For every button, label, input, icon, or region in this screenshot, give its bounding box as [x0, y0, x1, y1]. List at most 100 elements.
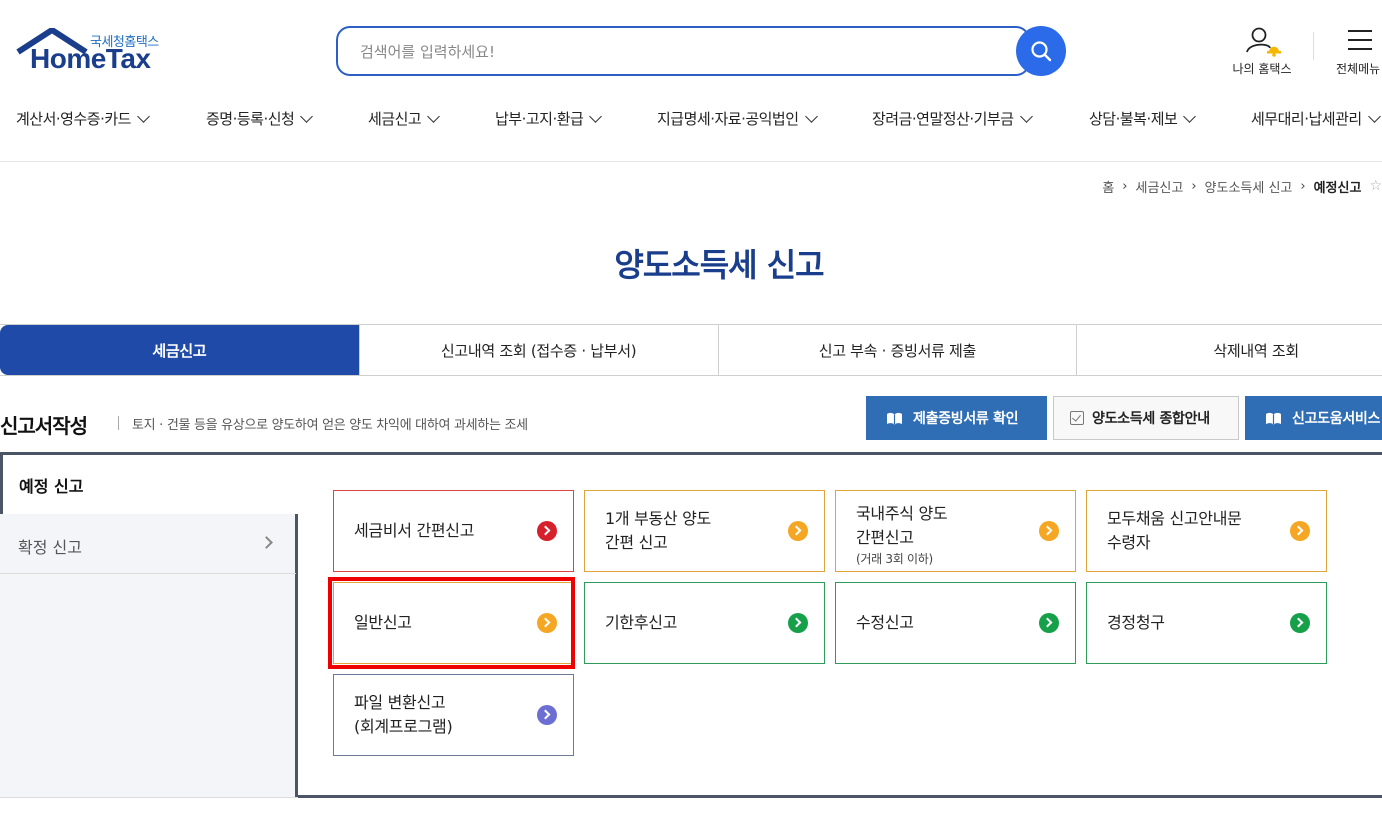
- tab-deleted-history[interactable]: 삭제내역 조회: [1076, 325, 1382, 375]
- breadcrumb: 홈 › 세금신고 › 양도소득세 신고 › 예정신고 ☆: [1102, 176, 1382, 196]
- card-domestic-stock-simple[interactable]: 국내주식 양도 간편신고 (거래 3회 이하): [835, 490, 1076, 572]
- left-menu-bottom-line: [0, 797, 298, 798]
- arrow-right-circle-icon: [788, 521, 808, 541]
- all-menu-button[interactable]: 전체메뉴: [1330, 26, 1382, 78]
- chevron-down-icon: [804, 109, 818, 123]
- card-file-conversion[interactable]: 파일 변환신고 (회계프로그램): [333, 674, 574, 756]
- book-icon: [1265, 412, 1282, 425]
- chevron-down-icon: [427, 109, 441, 123]
- card-label: 모두채움 신고안내문 수령자: [1107, 509, 1242, 552]
- my-hometax-label: 나의 홈택스: [1232, 62, 1292, 76]
- gnb-label: 장려금·연말정산·기부금: [872, 110, 1014, 128]
- arrow-right-circle-icon: [788, 613, 808, 633]
- search-input[interactable]: [360, 40, 1000, 64]
- chevron-down-icon: [589, 109, 603, 123]
- help-service-button[interactable]: 신고도움서비스: [1245, 396, 1382, 440]
- card-label: 경정청구: [1107, 613, 1165, 632]
- gnb-item-tax-filing[interactable]: 세금신고: [368, 108, 441, 129]
- arrow-right-circle-icon: [1290, 521, 1310, 541]
- gnb-item-statements[interactable]: 지급명세·자료·공익법인: [657, 108, 818, 129]
- search-icon: [1031, 41, 1052, 62]
- tab-bar: 세금신고 신고내역 조회 (접수증 · 납부서) 신고 부속 · 증빙서류 제출…: [0, 324, 1382, 376]
- chevron-right-icon: [260, 536, 273, 549]
- breadcrumb-separator-icon: ›: [1191, 178, 1197, 194]
- section-description: 토지 · 건물 등을 유상으로 양도하여 얻은 양도 차익에 대하여 과세하는 …: [132, 418, 528, 433]
- card-tax-secretary-simple[interactable]: 세금비서 간편신고: [333, 490, 574, 572]
- page-title: 양도소득세 신고: [614, 246, 824, 284]
- chevron-down-icon: [300, 109, 314, 123]
- all-menu-label: 전체메뉴: [1336, 62, 1381, 76]
- arrow-right-circle-icon: [1039, 613, 1059, 633]
- checkbox-icon: [1070, 411, 1084, 425]
- card-refund-claim[interactable]: 경정청구: [1086, 582, 1327, 664]
- gnb-item-payment[interactable]: 납부·고지·환급: [495, 108, 603, 129]
- submit-docs-label: 제출증빙서류 확인: [913, 411, 1019, 427]
- arrow-right-circle-icon: [537, 613, 557, 633]
- arrow-right-circle-icon: [1290, 613, 1310, 633]
- capital-gains-guide-button[interactable]: 양도소득세 종합안내: [1053, 396, 1239, 440]
- gnb-label: 상담·불복·제보: [1089, 110, 1178, 128]
- gnb-label: 납부·고지·환급: [495, 110, 584, 128]
- main-navigation: 계산서·영수증·카드 증명·등록·신청 세금신고 납부·고지·환급 지급명세·자…: [0, 100, 1382, 138]
- tab-tax-filing[interactable]: 세금신고: [0, 325, 359, 375]
- gnb-item-tax-agent[interactable]: 세무대리·납세관리: [1251, 108, 1381, 129]
- card-general-filing[interactable]: 일반신고: [333, 582, 574, 664]
- left-menu-item-final[interactable]: 확정 신고: [0, 514, 296, 574]
- gnb-label: 세금신고: [368, 110, 422, 128]
- card-amended-filing[interactable]: 수정신고: [835, 582, 1076, 664]
- user-bell-icon: [1246, 27, 1281, 57]
- gnb-item-consulting[interactable]: 상담·불복·제보: [1089, 108, 1197, 129]
- submit-docs-button[interactable]: 제출증빙서류 확인: [866, 396, 1047, 440]
- breadcrumb-tax-filing[interactable]: 세금신고: [1135, 177, 1183, 196]
- search-box: [336, 26, 1030, 76]
- breadcrumb-home[interactable]: 홈: [1102, 177, 1114, 196]
- breadcrumb-capital-gains[interactable]: 양도소득세 신고: [1205, 177, 1293, 196]
- breadcrumb-separator-icon: ›: [1122, 178, 1128, 194]
- card-label: 일반신고: [354, 613, 412, 632]
- chevron-down-icon: [1367, 109, 1381, 123]
- card-label: 세금비서 간편신고: [354, 521, 475, 540]
- chevron-down-icon: [137, 109, 150, 123]
- help-service-label: 신고도움서비스: [1292, 411, 1381, 427]
- card-prefilled-notice[interactable]: 모두채움 신고안내문 수령자: [1086, 490, 1327, 572]
- gnb-item-certificate[interactable]: 증명·등록·신청: [206, 108, 314, 129]
- arrow-right-circle-icon: [537, 521, 557, 541]
- left-menu-label: 확정 신고: [18, 538, 82, 557]
- card-label: 1개 부동산 양도 간편 신고: [605, 509, 711, 552]
- card-single-property-simple[interactable]: 1개 부동산 양도 간편 신고: [584, 490, 825, 572]
- card-label: 수정신고: [856, 613, 914, 632]
- gnb-label: 지급명세·자료·공익법인: [657, 110, 799, 128]
- card-label: 기한후신고: [605, 613, 678, 632]
- logo-text: HomeTax: [30, 43, 151, 74]
- gnb-item-incentives[interactable]: 장려금·연말정산·기부금: [872, 108, 1033, 129]
- hamburger-menu-icon: [1348, 30, 1372, 50]
- content-top-border: [295, 452, 1382, 455]
- breadcrumb-current: 예정신고: [1313, 180, 1362, 196]
- gnb-label: 계산서·영수증·카드: [16, 110, 131, 128]
- card-label: 파일 변환신고 (회계프로그램): [354, 693, 453, 736]
- arrow-right-circle-icon: [537, 705, 557, 725]
- left-menu-item-preliminary[interactable]: 예정 신고: [0, 452, 298, 514]
- gnb-label: 증명·등록·신청: [206, 110, 295, 128]
- search-button[interactable]: [1016, 26, 1066, 76]
- section-divider: [118, 416, 119, 430]
- favorite-star-icon[interactable]: ☆: [1369, 178, 1382, 194]
- card-sublabel: (거래 3회 이하): [856, 552, 933, 566]
- hometax-logo[interactable]: 국세청홈택스 HomeTax: [16, 28, 176, 78]
- breadcrumb-separator-icon: ›: [1300, 178, 1306, 194]
- card-late-filing[interactable]: 기한후신고: [584, 582, 825, 664]
- left-menu-label: 예정 신고: [19, 477, 84, 496]
- chevron-down-icon: [1183, 109, 1197, 123]
- guide-label: 양도소득세 종합안내: [1092, 411, 1210, 427]
- gnb-label: 세무대리·납세관리: [1251, 110, 1362, 128]
- tab-attachments[interactable]: 신고 부속 · 증빙서류 제출: [717, 325, 1077, 375]
- gnb-divider: [0, 161, 1382, 162]
- section-title: 신고서작성: [0, 414, 88, 438]
- gnb-item-invoice[interactable]: 계산서·영수증·카드: [16, 108, 150, 129]
- header-divider: [1313, 32, 1314, 60]
- tab-filing-history[interactable]: 신고내역 조회 (접수증 · 납부서): [358, 325, 718, 375]
- card-label: 국내주식 양도 간편신고: [856, 504, 948, 547]
- book-icon: [886, 412, 903, 425]
- my-hometax-button[interactable]: 나의 홈택스: [1222, 26, 1302, 78]
- arrow-right-circle-icon: [1039, 521, 1059, 541]
